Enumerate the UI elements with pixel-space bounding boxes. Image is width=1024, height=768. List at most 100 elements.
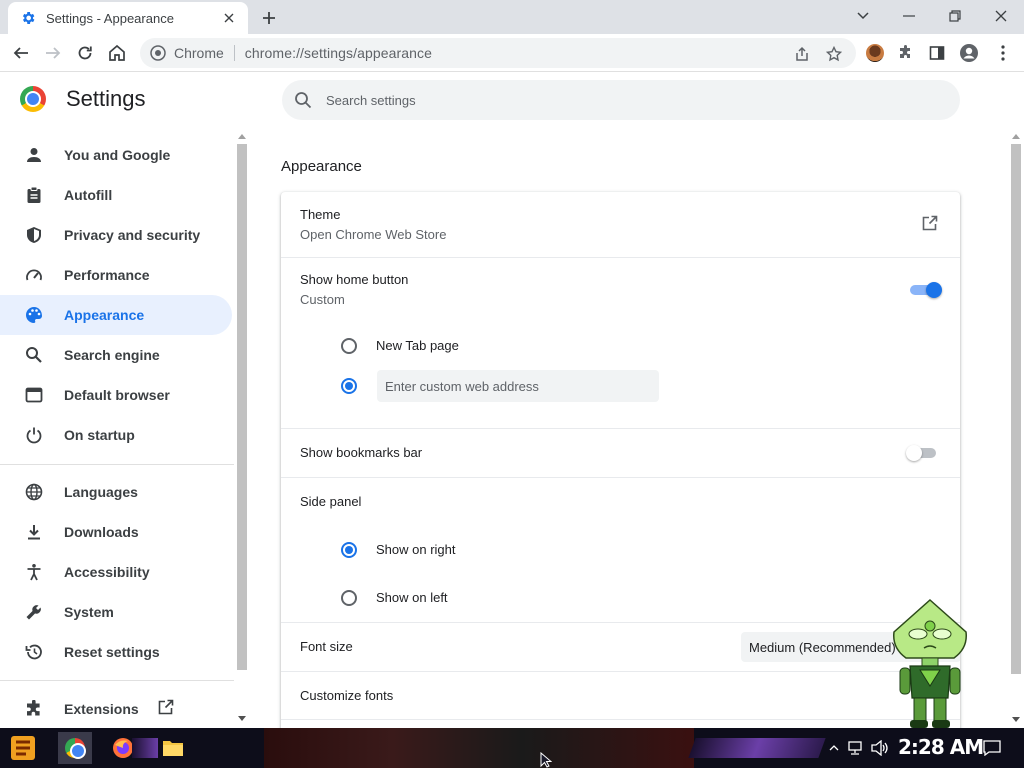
- tab-settings[interactable]: Settings - Appearance: [8, 2, 248, 34]
- tab-strip: Settings - Appearance: [0, 0, 1024, 34]
- sidebar-divider: [0, 680, 234, 681]
- url-text[interactable]: chrome://settings/appearance: [245, 45, 432, 61]
- sidebar-scroll-thumb[interactable]: [237, 144, 247, 670]
- taskbar-file-explorer[interactable]: [156, 732, 190, 764]
- search-icon: [295, 92, 312, 109]
- settings-header: Settings: [20, 86, 146, 112]
- avatar: [866, 44, 884, 62]
- sidebar-item-accessibility[interactable]: Accessibility: [0, 552, 232, 592]
- forward-button[interactable]: [40, 40, 66, 66]
- sidebar-item-languages[interactable]: Languages: [0, 472, 232, 512]
- accessibility-icon: [24, 562, 44, 582]
- sidebar-item-label: Reset settings: [64, 644, 160, 660]
- bookmarks-bar-label: Show bookmarks bar: [300, 445, 423, 460]
- custom-address-radio[interactable]: [341, 378, 357, 394]
- restore-button[interactable]: [940, 4, 970, 28]
- network-icon[interactable]: [846, 738, 866, 758]
- wrench-icon: [24, 602, 44, 622]
- volume-icon[interactable]: [870, 738, 890, 758]
- font-size-value: Medium (Recommended): [749, 639, 896, 655]
- history-icon: [24, 642, 44, 662]
- custom-web-address-input[interactable]: Enter custom web address: [377, 370, 659, 402]
- bookmarks-bar-row[interactable]: Show bookmarks bar: [281, 429, 960, 477]
- shield-icon: [24, 225, 44, 245]
- theme-row[interactable]: Theme Open Chrome Web Store: [281, 192, 960, 257]
- tab-search-icon[interactable]: [848, 4, 878, 28]
- scroll-down-icon: [238, 716, 246, 721]
- bookmark-star-icon[interactable]: [824, 44, 844, 64]
- sidebar-item-autofill[interactable]: Autofill: [0, 175, 232, 215]
- sidebar-item-label: Default browser: [64, 387, 170, 403]
- folder-icon: [163, 741, 183, 756]
- toggle-knob: [926, 282, 942, 298]
- sidebar-item-performance[interactable]: Performance: [0, 255, 232, 295]
- back-button[interactable]: [8, 40, 34, 66]
- menu-button[interactable]: [990, 40, 1016, 66]
- side-panel-icon: [929, 46, 945, 60]
- page-title: Settings: [66, 86, 146, 111]
- share-icon[interactable]: [792, 44, 812, 64]
- close-tab-icon[interactable]: [220, 9, 238, 27]
- puzzle-icon: [24, 699, 44, 719]
- person-icon: [24, 145, 44, 165]
- arrow-right-icon: [46, 47, 61, 59]
- sidebar-item-appearance[interactable]: Appearance: [0, 295, 232, 335]
- omnibox-divider: [233, 45, 235, 61]
- close-window-button[interactable]: [986, 4, 1016, 28]
- main-scroll-thumb[interactable]: [1011, 144, 1021, 674]
- reload-button[interactable]: [72, 40, 98, 66]
- notification-icon[interactable]: [982, 738, 1002, 758]
- bookmarks-bar-toggle[interactable]: [906, 445, 940, 461]
- sidebar-item-downloads[interactable]: Downloads: [0, 512, 232, 552]
- taskbar-wallpaper-strip: [264, 728, 694, 768]
- start-logo-icon: [11, 736, 35, 760]
- customize-fonts-row[interactable]: Customize fonts: [281, 672, 960, 720]
- sidebar-item-label: Search engine: [64, 347, 160, 363]
- mouse-cursor-icon: [540, 752, 552, 768]
- appearance-card: Theme Open Chrome Web Store Show home bu…: [281, 192, 960, 732]
- sidebar-item-on-startup[interactable]: On startup: [0, 415, 232, 455]
- home-button[interactable]: [104, 40, 130, 66]
- sidebar-scrollbar[interactable]: [235, 130, 249, 726]
- main-scrollbar[interactable]: [1008, 130, 1024, 728]
- new-tab-button[interactable]: [258, 7, 280, 29]
- show-on-right-radio[interactable]: [341, 542, 357, 558]
- sidebar-item-reset-settings[interactable]: Reset settings: [0, 632, 232, 672]
- search-settings-input[interactable]: Search settings: [282, 80, 960, 120]
- minimize-button[interactable]: [894, 4, 924, 28]
- profile-button[interactable]: [956, 40, 982, 66]
- start-button[interactable]: [6, 732, 40, 764]
- chevron-up-icon[interactable]: [824, 738, 844, 758]
- sidebar-item-system[interactable]: System: [0, 592, 232, 632]
- section-title: Appearance: [281, 158, 362, 175]
- side-panel-button[interactable]: [924, 40, 950, 66]
- sidebar-item-you-and-google[interactable]: You and Google: [0, 135, 232, 175]
- new-tab-page-label: New Tab page: [376, 338, 459, 353]
- new-tab-page-radio[interactable]: [341, 338, 357, 354]
- palette-icon: [24, 305, 44, 325]
- font-size-label: Font size: [300, 639, 353, 654]
- reload-icon: [78, 46, 92, 60]
- sidebar-item-label: Extensions: [64, 701, 139, 717]
- extensions-button[interactable]: [893, 40, 919, 66]
- show-on-left-radio[interactable]: [341, 590, 357, 606]
- globe-icon: [24, 482, 44, 502]
- sidebar-item-search-engine[interactable]: Search engine: [0, 335, 232, 375]
- sidebar-divider: [0, 464, 234, 465]
- sidebar-item-label: System: [64, 604, 114, 620]
- theme-sublabel: Open Chrome Web Store: [300, 227, 447, 242]
- taskbar-chrome[interactable]: [58, 732, 92, 764]
- address-bar[interactable]: Chrome chrome://settings/appearance: [140, 38, 856, 68]
- home-button-toggle[interactable]: [908, 282, 942, 298]
- taskbar-decoration: [132, 738, 158, 758]
- gear-icon: [22, 12, 35, 24]
- taskbar-decoration: [688, 738, 826, 758]
- sidebar-item-extensions[interactable]: Extensions: [0, 689, 232, 729]
- sidebar-item-label: On startup: [64, 427, 135, 443]
- sidebar-item-default-browser[interactable]: Default browser: [0, 375, 232, 415]
- row-divider: [281, 622, 960, 623]
- sidebar-item-privacy[interactable]: Privacy and security: [0, 215, 232, 255]
- open-in-new-icon[interactable]: [921, 214, 939, 237]
- profile-extension-avatar[interactable]: [862, 40, 888, 66]
- taskbar-clock[interactable]: 2:28 AM: [898, 735, 984, 759]
